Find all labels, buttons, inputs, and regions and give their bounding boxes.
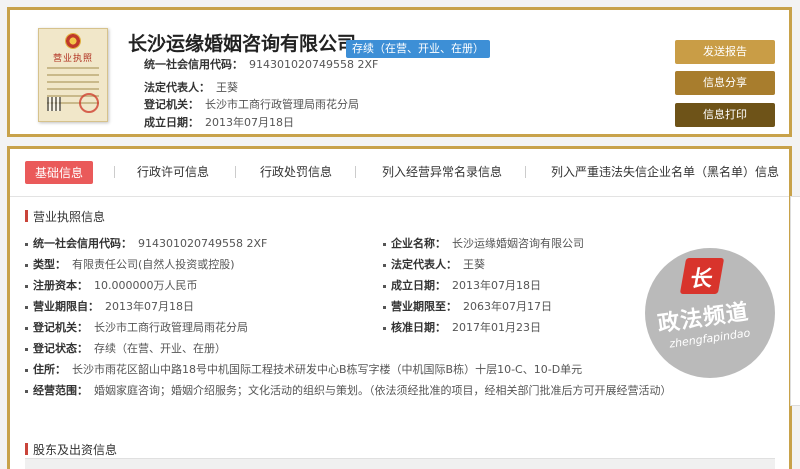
license-section-title: 营业执照信息 [25, 208, 105, 225]
company-name: 长沙运缘婚姻咨询有限公司 [128, 33, 357, 55]
field-registered-capital: 注册资本： 10.000000万人民币 [25, 277, 198, 293]
info-tabs: 基础信息 行政许可信息 行政处罚信息 列入经营异常名录信息 列入严重违法失信企业… [10, 149, 789, 197]
field-term-from: 营业期限自： 2013年07月18日 [25, 298, 194, 314]
header-legal-rep-row: 法定代表人： 王葵 [144, 81, 238, 94]
tab-abnormal-list[interactable]: 列入经营异常名录信息 [382, 163, 502, 180]
tab-basic-info[interactable]: 基础信息 [25, 161, 94, 184]
header-credit-code-row: 统一社会信用代码： 914301020749558 2XF [144, 58, 379, 71]
tab-admin-license[interactable]: 行政许可信息 [137, 163, 209, 180]
field-business-scope: 经营范围： 婚姻家庭咨询；婚姻介绍服务；文化活动的组织与策划。（依法须经批准的项目… [25, 382, 672, 398]
field-company-type: 类型： 有限责任公司(自然人投资或控股) [25, 256, 235, 272]
national-emblem-icon [65, 33, 81, 49]
tab-divider [355, 166, 356, 178]
header-authority-row: 登记机关： 长沙市工商行政管理局雨花分局 [144, 98, 359, 111]
qr-code-icon [47, 97, 61, 111]
field-registration-status: 登记状态： 存续（在营、开业、在册） [25, 340, 226, 356]
field-founded-date: 成立日期： 2013年07月18日 [383, 277, 541, 293]
channel-watermark: 政法频道 zhengfapindao [645, 248, 775, 378]
tab-blacklist[interactable]: 列入严重违法失信企业名单（黑名单）信息 [551, 163, 779, 180]
field-legal-representative: 法定代表人： 王葵 [383, 256, 485, 272]
field-approval-date: 核准日期： 2017年01月23日 [383, 319, 541, 335]
share-info-button[interactable]: 信息分享 [675, 71, 775, 95]
field-term-to: 营业期限至： 2063年07月17日 [383, 298, 552, 314]
tab-divider [114, 166, 115, 178]
tab-divider [235, 166, 236, 178]
channel-logo-icon [679, 258, 725, 294]
field-credit-code: 统一社会信用代码： 914301020749558 2XF [25, 235, 267, 251]
company-header-card: 营业执照 长沙运缘婚姻咨询有限公司 存续（在营、开业、在册） 统一社会信用代码：… [7, 7, 792, 137]
tab-divider [525, 166, 526, 178]
print-info-button[interactable]: 信息打印 [675, 103, 775, 127]
official-seal-icon [79, 93, 99, 113]
field-company-name: 企业名称： 长沙运缘婚姻咨询有限公司 [383, 235, 584, 251]
shareholder-section-title: 股东及出资信息 [25, 441, 117, 458]
license-image-title: 营业执照 [52, 54, 93, 64]
field-registration-authority: 登记机关： 长沙市工商行政管理局雨花分局 [25, 319, 248, 335]
header-founded-row: 成立日期： 2013年07月18日 [144, 116, 294, 129]
side-panel-edge [790, 196, 800, 406]
send-report-button[interactable]: 发送报告 [675, 40, 775, 64]
field-address: 住所： 长沙市雨花区韶山中路18号中机国际工程技术研发中心B栋写字楼（中机国际B栋… [25, 361, 582, 377]
business-license-thumbnail[interactable]: 营业执照 [38, 28, 108, 122]
tab-admin-penalty[interactable]: 行政处罚信息 [260, 163, 332, 180]
shareholder-table-header [25, 458, 775, 469]
